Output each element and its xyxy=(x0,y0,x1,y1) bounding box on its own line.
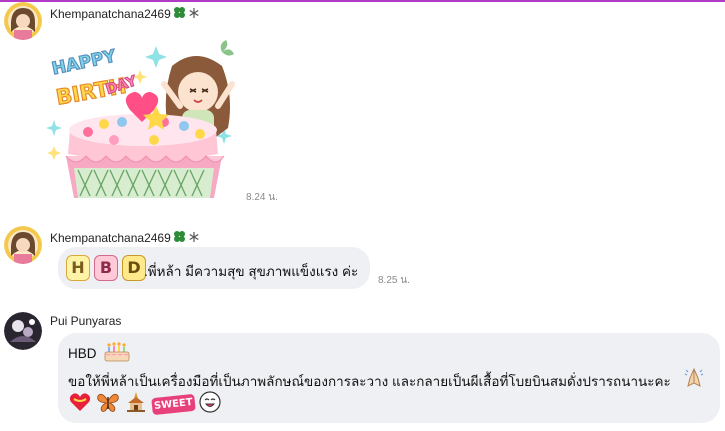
sender-name-row: Khempanatchana2469 xyxy=(50,230,200,246)
snowflake-icon xyxy=(188,7,200,22)
sender-name: Khempanatchana2469 xyxy=(50,231,171,245)
emoji-row: SWEET xyxy=(68,391,221,418)
sender-name: Pui Punyaras xyxy=(50,314,122,328)
avatar-khempanatchana[interactable] xyxy=(4,226,42,264)
avatar-image xyxy=(4,226,42,264)
avatar-image xyxy=(4,312,42,350)
temple-emoji xyxy=(124,391,148,418)
letter-d-emoji: D xyxy=(122,255,146,281)
clover-icon xyxy=(173,230,186,246)
message-time: 8.25 น. xyxy=(378,275,410,286)
window-top-accent-line xyxy=(0,0,725,2)
sender-name: Khempanatchana2469 xyxy=(50,7,171,21)
snowflake-icon xyxy=(188,231,200,246)
letter-b-emoji: B xyxy=(94,255,118,281)
sticker-text-happy: HAPPY xyxy=(50,46,118,79)
smiling-face-emoji xyxy=(199,391,221,418)
happy-birthday-sticker[interactable]: HAPPY BIRTH DAY xyxy=(44,36,244,209)
message-time: 8.24 น. xyxy=(246,192,278,203)
message-text-line1: HBD xyxy=(68,346,97,361)
sender-name-row: Khempanatchana2469 xyxy=(50,6,200,22)
message-text-line2: ขอให้พี่หล้าเป็นเครื่องมือที่เป็นภาพลักษ… xyxy=(68,374,671,389)
birthday-cake-emoji xyxy=(102,339,132,368)
avatar-image xyxy=(4,2,42,40)
heart-ribbon-emoji xyxy=(68,391,92,418)
message-text: .พี่หล้า มีความสุข สุขภาพแข็งแรง ค่ะ xyxy=(144,264,359,279)
butterfly-emoji xyxy=(96,391,120,418)
avatar-pui-punyaras[interactable] xyxy=(4,312,42,350)
praying-hands-emoji xyxy=(682,366,706,395)
sweet-sticker-emoji: SWEET xyxy=(151,393,196,416)
hbd-letter-emojis: H B D xyxy=(66,255,146,281)
clover-icon xyxy=(173,6,186,22)
letter-h-emoji: H xyxy=(66,255,90,281)
avatar-khempanatchana[interactable] xyxy=(4,2,42,40)
